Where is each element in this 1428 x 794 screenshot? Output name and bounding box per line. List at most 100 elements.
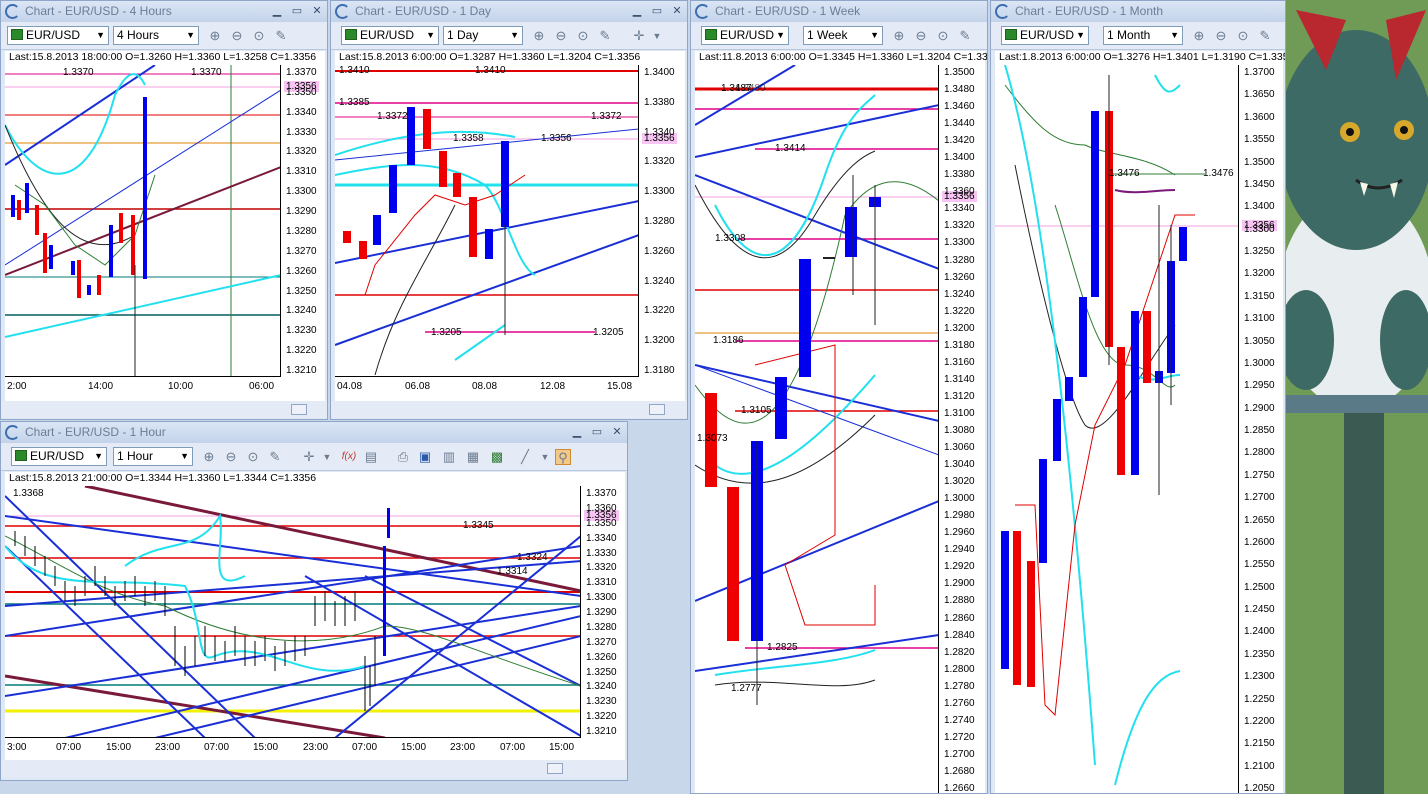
image-icon[interactable]: ▩ [489, 449, 505, 465]
price-tick-label: 1.3000 [1244, 358, 1275, 369]
symbol-select[interactable]: EUR/USD ▼ [7, 26, 109, 45]
dropdown-arrow-icon[interactable]: ▼ [319, 449, 335, 465]
price-tick-label: 1.3400 [1244, 201, 1275, 212]
dropdown-arrow-icon[interactable]: ▼ [649, 28, 665, 44]
scroll-thumb[interactable] [547, 763, 563, 774]
maximize-icon[interactable]: ▭ [591, 426, 603, 438]
chart-window-1h[interactable]: Chart - EUR/USD - 1 Hour ▁ ▭ ✕ EUR/USD ▼ 1 … [0, 421, 628, 781]
export-icon[interactable]: ▥ [441, 449, 457, 465]
level-label: 1.3370 [63, 67, 94, 78]
window-titlebar[interactable]: Chart - EUR/USD - 4 Hours ▁ ▭ ✕ [1, 1, 327, 22]
price-tick-label: 1.3050 [1244, 336, 1275, 347]
zoom-out-icon[interactable]: ⊖ [229, 28, 245, 44]
minimize-icon[interactable]: ▁ [631, 5, 643, 17]
timeframe-select[interactable]: 1 Month ▼ [1103, 26, 1183, 45]
window-titlebar[interactable]: Chart - EUR/USD - 1 Hour ▁ ▭ ✕ [1, 422, 627, 443]
zoom-in-icon[interactable]: ⊕ [201, 449, 217, 465]
close-icon[interactable]: ✕ [611, 426, 623, 438]
zoom-out-icon[interactable]: ⊖ [1213, 28, 1229, 44]
time-tick-label: 23:00 [450, 742, 476, 753]
maximize-icon[interactable]: ▭ [651, 5, 663, 17]
zoom-fit-icon[interactable]: ⊙ [575, 28, 591, 44]
h-scrollbar[interactable] [1, 401, 327, 418]
zoom-in-icon[interactable]: ⊕ [531, 28, 547, 44]
draw-tool-icon[interactable]: ✎ [273, 28, 289, 44]
draw-tool-icon[interactable]: ✎ [957, 28, 973, 44]
chart-area[interactable]: Last:15.8.2013 21:00:00 O=1.3344 H=1.336… [5, 472, 625, 760]
h-scrollbar[interactable] [331, 401, 687, 418]
symbol-select[interactable]: EUR/USD ▼ [11, 447, 107, 466]
price-tick-label: 1.3400 [944, 152, 975, 163]
price-tick-label: 1.3330 [586, 548, 617, 559]
zoom-fit-icon[interactable]: ⊙ [1235, 28, 1251, 44]
dropdown-arrow-icon[interactable]: ▼ [537, 449, 553, 465]
price-plot[interactable]: 1.3370 1.3370 [5, 65, 281, 377]
zoom-fit-icon[interactable]: ⊙ [251, 28, 267, 44]
draw-tool-icon[interactable]: ✎ [597, 28, 613, 44]
maximize-icon[interactable]: ▭ [291, 5, 303, 17]
price-tick-label: 1.3340 [944, 203, 975, 214]
zoom-fit-icon[interactable]: ⊙ [245, 449, 261, 465]
zoom-in-icon[interactable]: ⊕ [207, 28, 223, 44]
price-plot[interactable]: 1.3476 1.3476 [995, 65, 1239, 793]
time-tick-label: 10:00 [168, 381, 194, 392]
print-icon[interactable]: ⎙ [395, 449, 411, 465]
chart-area[interactable]: Last:11.8.2013 6:00:00 O=1.3345 H=1.3360… [695, 51, 987, 793]
price-tick-label: 1.3290 [286, 206, 317, 217]
price-axis: 1.3356 1.3400 1.3380 1.3340 1.3320 1.3300 1.3… [640, 65, 685, 377]
draw-tool-icon[interactable]: ✎ [267, 449, 283, 465]
draw-tool-icon[interactable]: ✎ [1257, 28, 1273, 44]
scroll-thumb[interactable] [291, 404, 307, 415]
zoom-in-icon[interactable]: ⊕ [891, 28, 907, 44]
price-tick-label: 1.2700 [1244, 492, 1275, 503]
chart-window-1mn[interactable]: Chart - EUR/USD - 1 Month EUR/USD ▼ 1 Mon… [990, 0, 1286, 794]
chart-area[interactable]: Last:15.8.2013 18:00:00 O=1.3260 H=1.336… [5, 51, 325, 401]
line-tool-icon[interactable]: ╱ [517, 449, 533, 465]
price-tick-label: 1.3210 [286, 365, 317, 376]
h-scrollbar[interactable] [1, 760, 627, 777]
timeframe-select[interactable]: 1 Day ▼ [443, 26, 523, 45]
chart-area[interactable]: Last:1.8.2013 6:00:00 O=1.3276 H=1.3401 … [995, 51, 1285, 793]
zoom-out-icon[interactable]: ⊖ [223, 449, 239, 465]
window-titlebar[interactable]: Chart - EUR/USD - 1 Week [691, 1, 987, 22]
price-plot[interactable]: 1.3487 1.3480 1.3414 1.3308 1.3186 1.310… [695, 65, 939, 793]
close-icon[interactable]: ✕ [311, 5, 323, 17]
indicator-icon[interactable]: f(x) [341, 449, 357, 465]
price-tick-label: 1.3180 [644, 365, 675, 376]
app-icon [5, 425, 20, 440]
level-label: 1.3410 [339, 65, 370, 76]
timeframe-select[interactable]: 1 Hour ▼ [113, 447, 193, 466]
zoom-in-icon[interactable]: ⊕ [1191, 28, 1207, 44]
symbol-select[interactable]: EUR/USD ▼ [1001, 26, 1089, 45]
close-icon[interactable]: ✕ [671, 5, 683, 17]
minimize-icon[interactable]: ▁ [571, 426, 583, 438]
save-icon[interactable]: ▣ [417, 449, 433, 465]
crosshair-icon[interactable]: ✛ [301, 449, 317, 465]
symbol-select[interactable]: EUR/USD ▼ [701, 26, 789, 45]
timeframe-value: 1 Day [447, 28, 479, 42]
price-plot[interactable]: 1.3410 1.3410 1.3385 1.3372 1.3372 1.335… [335, 65, 639, 377]
minimize-icon[interactable]: ▁ [271, 5, 283, 17]
window-titlebar[interactable]: Chart - EUR/USD - 1 Day ▁ ▭ ✕ [331, 1, 687, 22]
timeframe-select[interactable]: 1 Week ▼ [803, 26, 883, 45]
level-label: 1.3370 [191, 67, 222, 78]
scroll-thumb[interactable] [649, 404, 665, 415]
link-icon[interactable]: ⚲ [555, 449, 571, 465]
zoom-fit-icon[interactable]: ⊙ [935, 28, 951, 44]
chart-area[interactable]: Last:15.8.2013 6:00:00 O=1.3287 H=1.3360… [335, 51, 685, 401]
symbol-select[interactable]: EUR/USD ▼ [341, 26, 439, 45]
zoom-out-icon[interactable]: ⊖ [913, 28, 929, 44]
window-titlebar[interactable]: Chart - EUR/USD - 1 Month [991, 1, 1285, 22]
timeframe-select[interactable]: 4 Hours ▼ [113, 26, 199, 45]
crosshair-icon[interactable]: ✛ [631, 28, 647, 44]
price-plot[interactable]: 1.3368 1.3345 1.3324 1.3314 [5, 486, 581, 738]
chart-window-1d[interactable]: Chart - EUR/USD - 1 Day ▁ ▭ ✕ EUR/USD ▼ 1 D… [330, 0, 688, 420]
time-tick-label: 14:00 [88, 381, 114, 392]
template-icon[interactable]: ▤ [363, 449, 379, 465]
chart-window-4h[interactable]: Chart - EUR/USD - 4 Hours ▁ ▭ ✕ EUR/USD ▼ 4… [0, 0, 328, 420]
symbol-value: EUR/USD [1020, 28, 1075, 42]
chart-window-1w[interactable]: Chart - EUR/USD - 1 Week EUR/USD ▼ 1 Week… [690, 0, 988, 794]
symbol-value: EUR/USD [26, 28, 81, 42]
zoom-out-icon[interactable]: ⊖ [553, 28, 569, 44]
report-icon[interactable]: ▦ [465, 449, 481, 465]
